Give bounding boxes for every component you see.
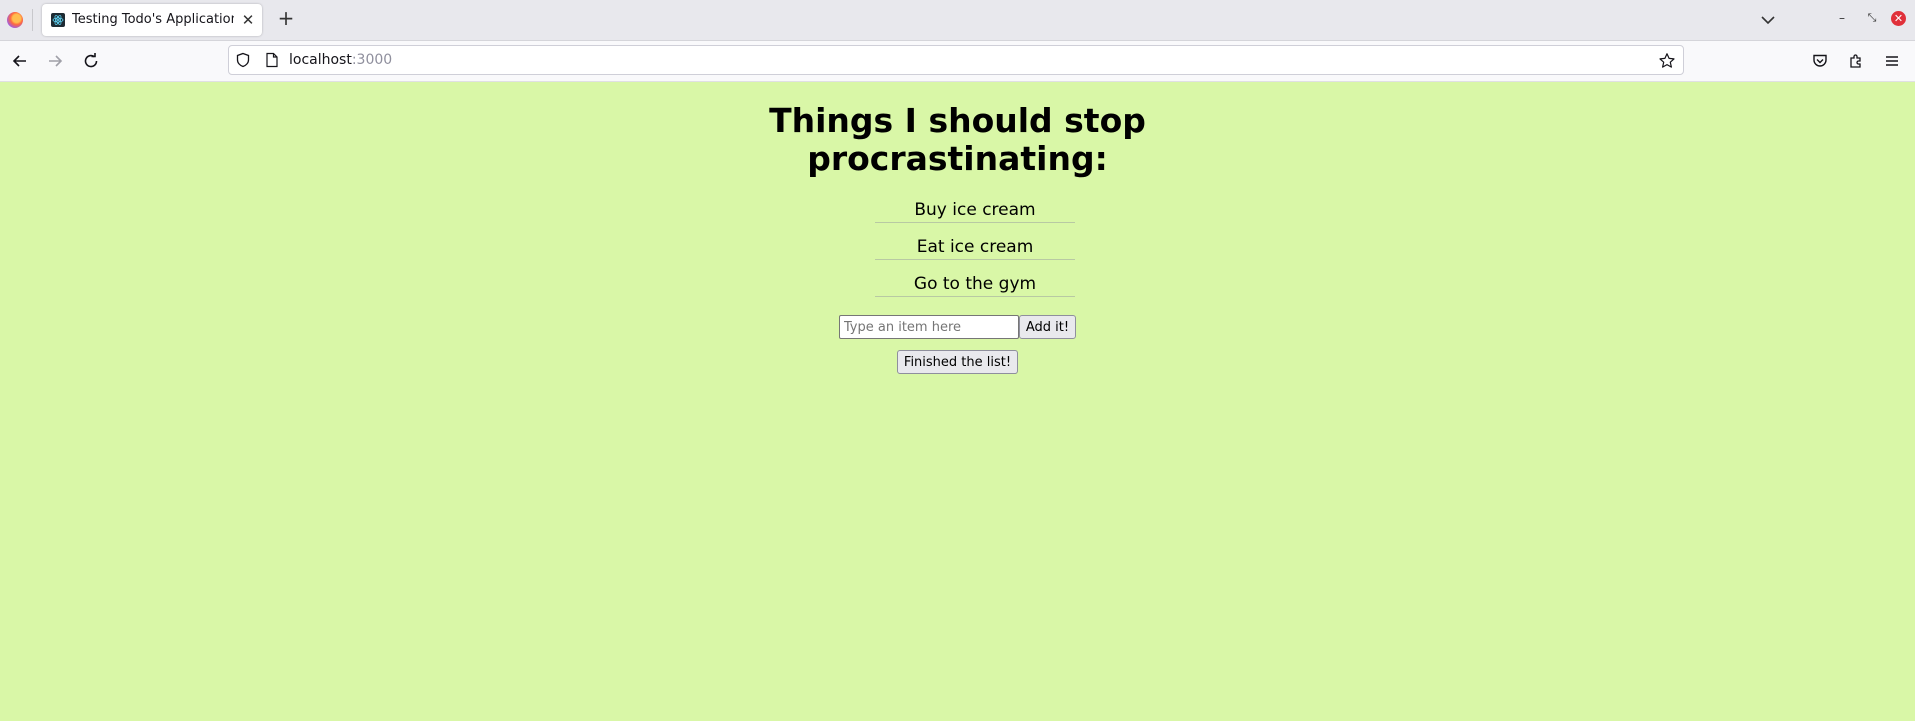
page-info-icon[interactable] <box>265 52 279 68</box>
todo-item[interactable]: Buy ice cream <box>875 198 1075 223</box>
navigation-toolbar: localhost:3000 <box>0 41 1915 82</box>
url-host: localhost <box>289 52 352 68</box>
pocket-icon[interactable] <box>1808 49 1832 73</box>
tab-title: Testing Todo's Application <box>72 12 234 27</box>
forward-arrow-icon[interactable] <box>43 49 67 73</box>
new-item-input[interactable] <box>838 315 1019 339</box>
todo-item[interactable]: Go to the gym <box>875 272 1075 297</box>
add-item-form: Add it! <box>0 315 1915 339</box>
tab-strip: Testing Todo's Application ✕ + – ⤡ ✕ <box>0 0 1915 41</box>
url-text[interactable]: localhost:3000 <box>289 52 392 68</box>
finish-list-button[interactable]: Finished the list! <box>896 350 1019 374</box>
tab-close-icon[interactable]: ✕ <box>238 10 258 30</box>
page-title: Things I should stop procrastinating: <box>769 101 1146 178</box>
todo-app: Things I should stop procrastinating: Bu… <box>0 82 1915 374</box>
hamburger-menu-icon[interactable] <box>1880 49 1904 73</box>
react-favicon-icon <box>51 13 65 27</box>
tab-strip-divider <box>32 9 33 31</box>
back-arrow-icon[interactable] <box>8 49 32 73</box>
page-viewport: Things I should stop procrastinating: Bu… <box>0 82 1915 721</box>
window-close-button[interactable]: ✕ <box>1891 11 1906 26</box>
reload-icon[interactable] <box>79 49 103 73</box>
add-item-button[interactable]: Add it! <box>1018 315 1077 339</box>
window-maximize-button[interactable]: ⤡ <box>1862 8 1882 28</box>
url-port: :3000 <box>351 52 393 68</box>
bookmark-star-icon[interactable] <box>1658 52 1676 70</box>
todo-item[interactable]: Eat ice cream <box>875 235 1075 260</box>
new-tab-button[interactable]: + <box>274 6 298 30</box>
active-tab[interactable]: Testing Todo's Application ✕ <box>42 4 262 36</box>
chevron-down-icon[interactable] <box>1756 8 1780 32</box>
tracking-protection-shield-icon[interactable] <box>235 52 251 68</box>
extensions-puzzle-icon[interactable] <box>1844 49 1868 73</box>
window-minimize-button[interactable]: – <box>1832 8 1852 28</box>
firefox-logo-icon[interactable] <box>7 12 23 28</box>
url-bar[interactable]: localhost:3000 <box>228 45 1684 75</box>
todo-list: Buy ice cream Eat ice cream Go to the gy… <box>0 198 1915 297</box>
finish-row: Finished the list! <box>0 350 1915 374</box>
